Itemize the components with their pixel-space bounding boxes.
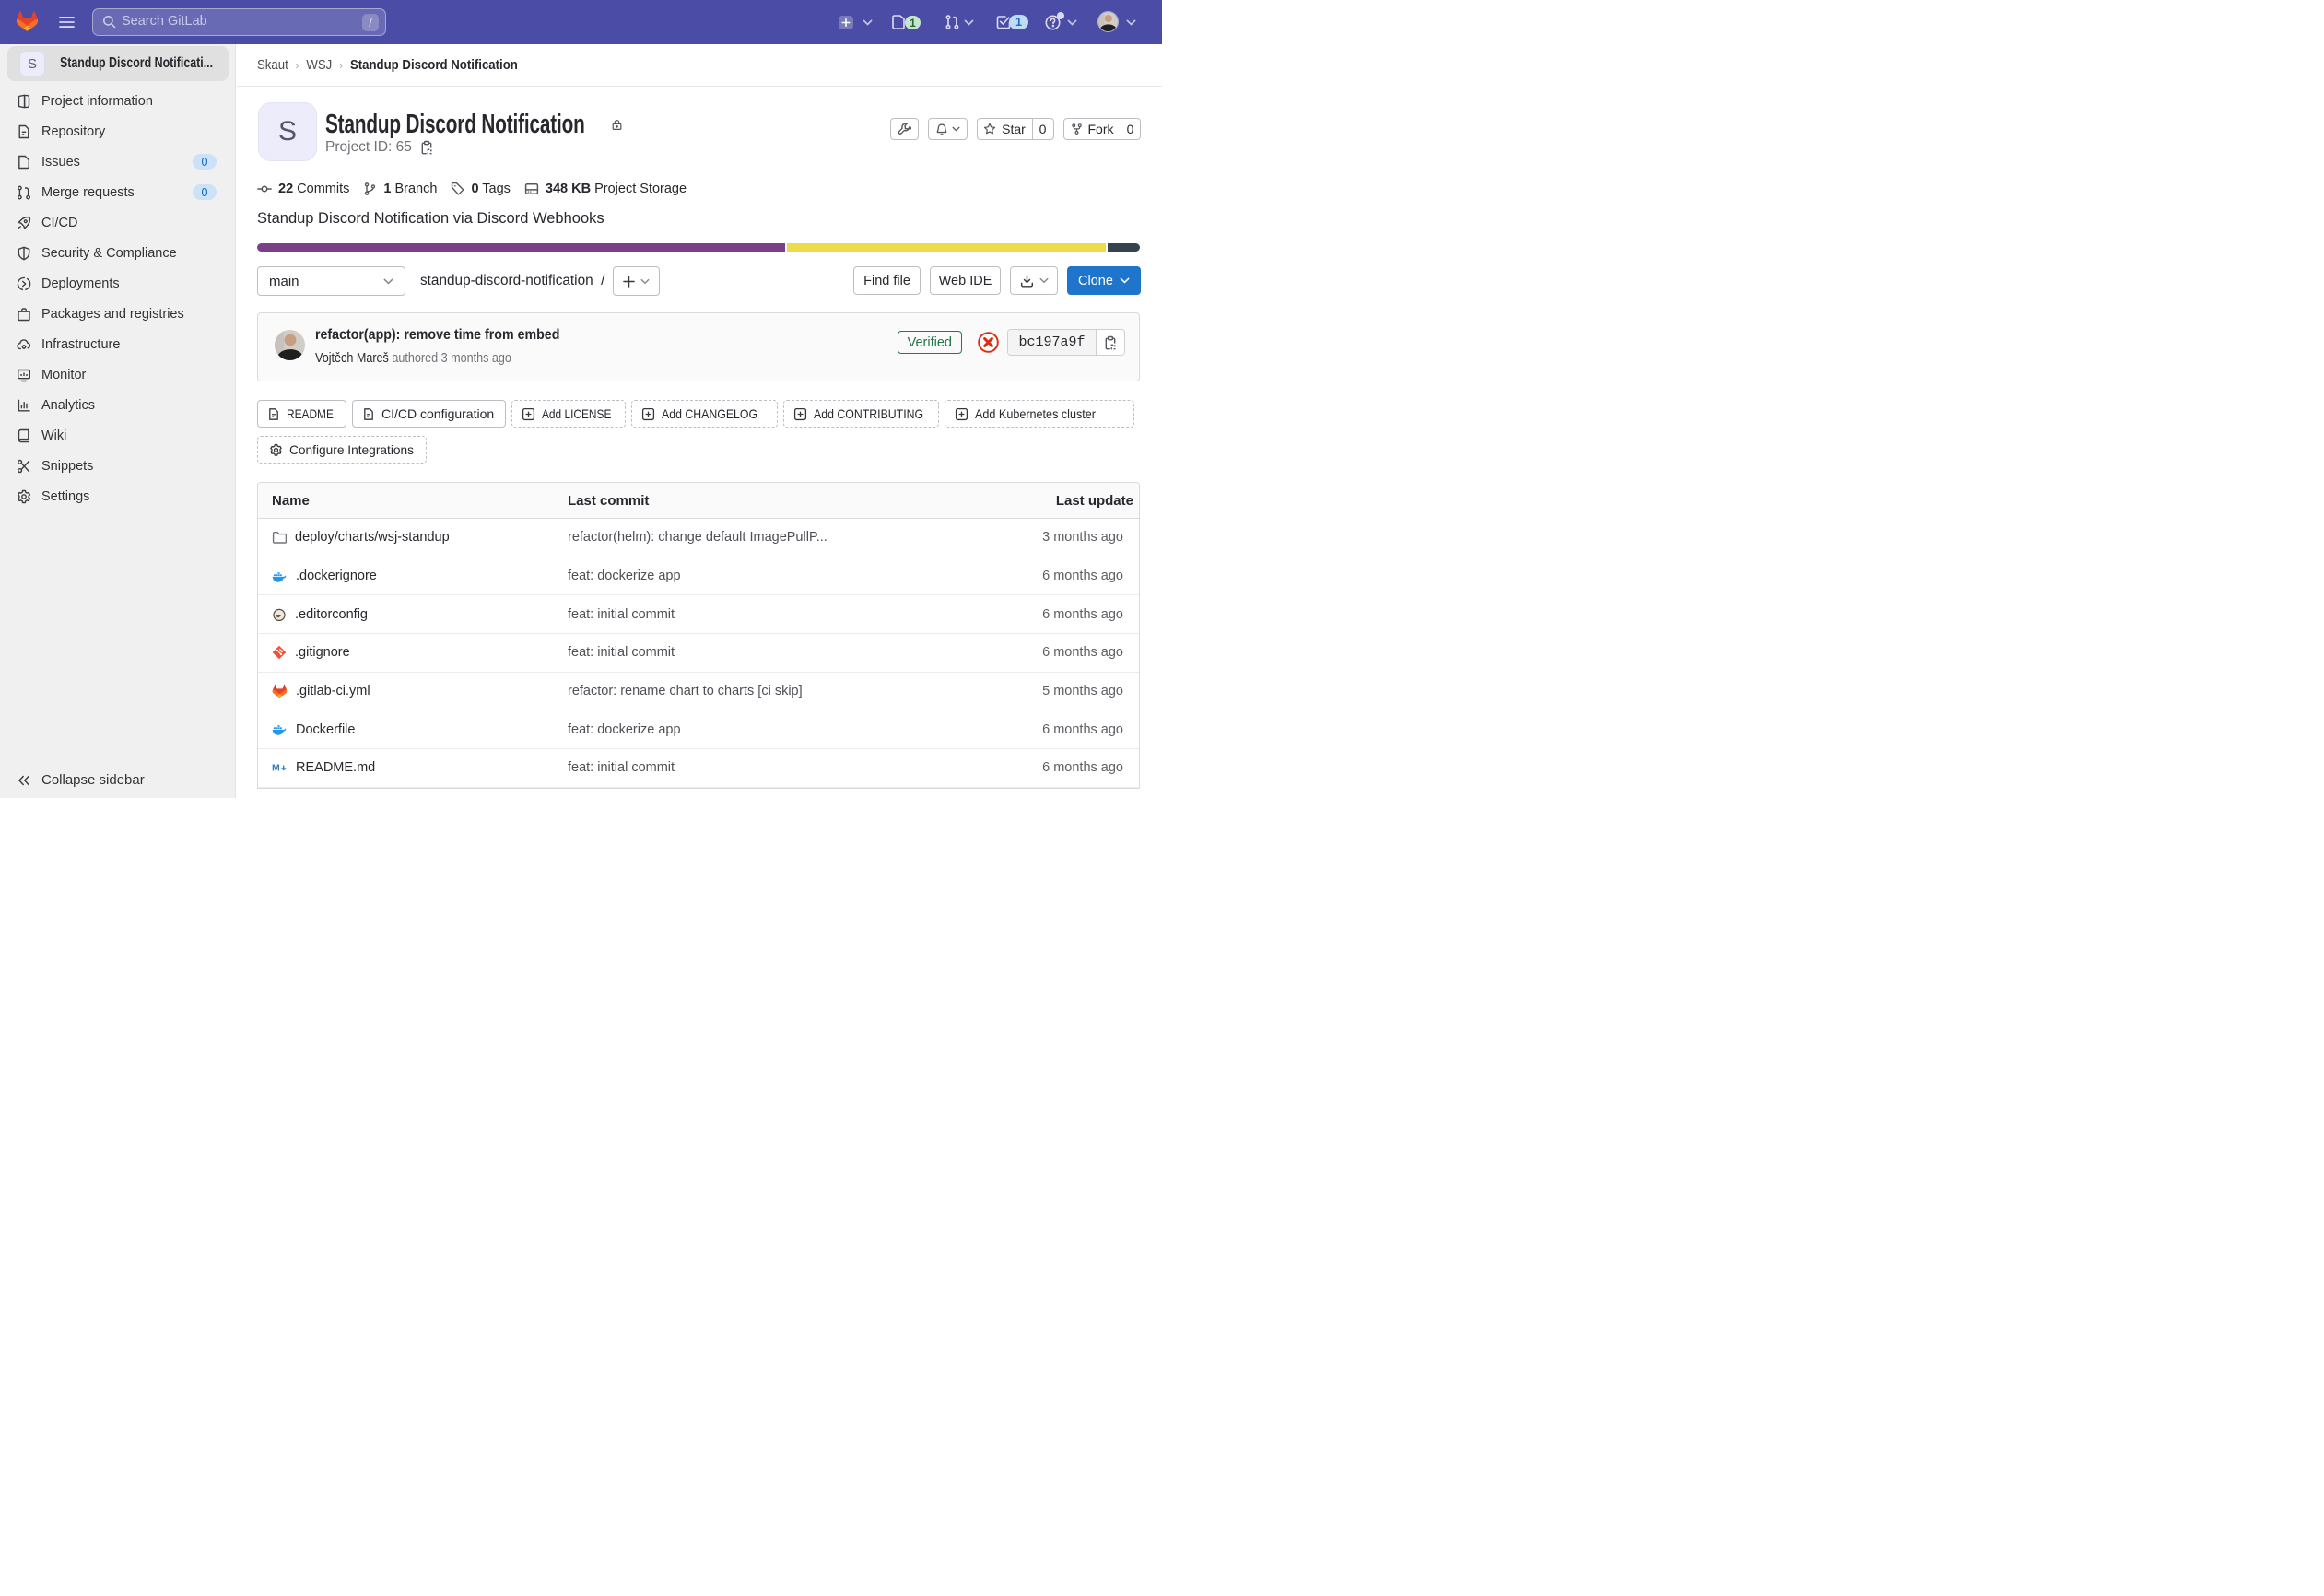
svg-text:M: M xyxy=(272,763,280,774)
